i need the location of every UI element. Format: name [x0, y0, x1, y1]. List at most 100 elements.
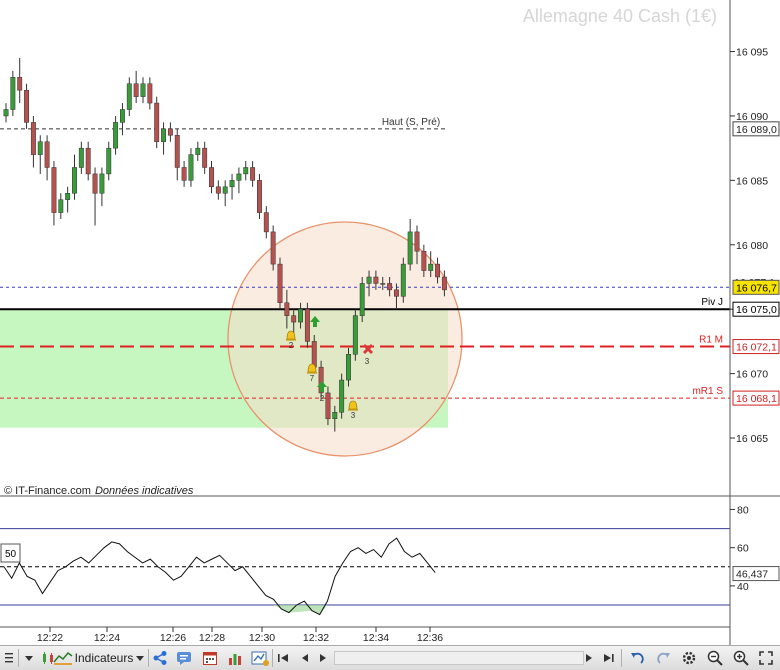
settings-icon[interactable]	[680, 650, 698, 666]
candle	[400, 257, 406, 303]
candle-body	[167, 128, 173, 136]
rsi-y-tick-label: 60	[737, 543, 749, 555]
scroll-right-icon[interactable]	[316, 650, 330, 666]
chevron-down-icon[interactable]	[22, 650, 36, 666]
bell-body	[286, 330, 296, 340]
menu-icon[interactable]	[3, 650, 15, 666]
candle-body	[181, 167, 187, 181]
candle-body	[140, 83, 146, 97]
marker-count: 2	[320, 394, 325, 403]
candle-body	[17, 77, 23, 91]
scroll-first-icon[interactable]	[276, 650, 292, 666]
x-tick-label: 12:22	[37, 632, 63, 644]
highlight-circle	[227, 221, 463, 457]
price-tag-text: 16 076,7	[736, 282, 777, 294]
candle-body	[243, 167, 249, 175]
candle-body	[37, 141, 43, 155]
candle-body	[72, 167, 77, 194]
price-tag-text: 16 075,0	[736, 304, 777, 316]
candle-body	[106, 147, 112, 175]
candle	[339, 373, 345, 419]
bell-body	[307, 363, 317, 373]
candle	[24, 83, 30, 129]
calendar-icon[interactable]	[202, 650, 218, 666]
candle-body	[120, 109, 125, 123]
price-tag-text: 16 072,1	[736, 342, 777, 354]
candle-body	[10, 77, 16, 110]
candle-body	[428, 263, 434, 271]
level-label: Piv J	[701, 297, 723, 308]
chat-icon[interactable]	[176, 650, 192, 666]
bell-body	[348, 400, 358, 410]
candle	[10, 70, 16, 116]
bar-chart-icon[interactable]	[227, 650, 243, 666]
candle-body	[346, 354, 351, 381]
candle-body	[126, 83, 132, 110]
zoom-in-icon[interactable]	[732, 650, 750, 666]
indicators-label: Indicateurs	[74, 651, 134, 665]
horizontal-scrollbar[interactable]	[334, 651, 584, 665]
candle-body	[65, 192, 71, 200]
candle-body	[304, 308, 310, 342]
candle-body	[277, 263, 283, 304]
rsi-box-label: 50	[5, 549, 17, 560]
redo-icon[interactable]	[655, 650, 673, 666]
candle-body	[133, 83, 139, 97]
candle-body	[215, 186, 221, 194]
candle-body	[154, 102, 160, 142]
zoom-out-icon[interactable]	[706, 650, 724, 666]
x-tick-label: 12:34	[363, 632, 389, 644]
candle-body	[435, 263, 441, 278]
candle-body	[113, 122, 119, 149]
candle-body	[209, 167, 214, 188]
candle-body	[44, 141, 50, 168]
scroll-left-icon[interactable]	[298, 650, 312, 666]
candle-body	[311, 341, 317, 368]
candle-body	[92, 173, 98, 194]
scroll-right-icon[interactable]	[582, 650, 596, 666]
y-tick-label: 16 080	[736, 240, 768, 252]
marker-count: 3	[351, 411, 356, 420]
candle-body	[174, 135, 180, 168]
chart-area[interactable]: Haut (S, Pré) Piv J R1 M mR1 S 2 7 2 3 3 50 16 …	[0, 0, 780, 645]
candle-body	[257, 180, 262, 213]
marker-count: 7	[310, 374, 315, 383]
candle-body	[202, 147, 208, 168]
candle-body	[263, 212, 269, 233]
indicators-button[interactable]: Indicateurs	[74, 650, 134, 666]
y-tick-label: 16 095	[736, 47, 768, 59]
alert-chart-icon[interactable]	[251, 650, 269, 666]
rsi-y-tick-label: 40	[737, 581, 749, 593]
level-label: mR1 S	[692, 386, 723, 397]
candle-body	[339, 379, 345, 413]
source-name: © IT-Finance.com	[4, 485, 91, 497]
rsi-value-tag: 46,437	[732, 566, 780, 582]
scroll-last-icon[interactable]	[600, 650, 616, 666]
candle-body	[298, 308, 304, 323]
chart-svg: Haut (S, Pré) Piv J R1 M mR1 S 2 7 2 3 3 50 16 …	[0, 0, 780, 645]
rsi-period-box: 50	[0, 543, 21, 563]
candle-body	[270, 231, 276, 265]
candle-body	[284, 302, 290, 316]
indicators-dropdown-icon[interactable]	[134, 650, 146, 666]
candle-body	[78, 147, 84, 168]
fullscreen-icon[interactable]	[757, 650, 775, 666]
rsi-y-tick-label: 80	[737, 504, 749, 516]
undo-icon[interactable]	[628, 650, 646, 666]
indicators-icon[interactable]	[52, 650, 74, 666]
share-icon[interactable]	[152, 650, 168, 666]
candle-body	[291, 315, 297, 323]
last-price-tag: 16 076,7	[732, 279, 780, 295]
candle	[257, 173, 262, 220]
candle	[270, 225, 276, 271]
candle	[359, 276, 365, 323]
candle-body	[400, 263, 406, 297]
candle-body	[58, 199, 64, 213]
price-tag-text: 46,437	[736, 569, 768, 581]
price-tag-text: 16 089,0	[736, 124, 777, 136]
y-tick-label: 16 070	[736, 369, 768, 381]
candle	[352, 309, 358, 361]
level-label: R1 M	[699, 335, 723, 346]
x-tick-label: 12:36	[417, 632, 443, 644]
marker-count: 2	[289, 341, 294, 350]
